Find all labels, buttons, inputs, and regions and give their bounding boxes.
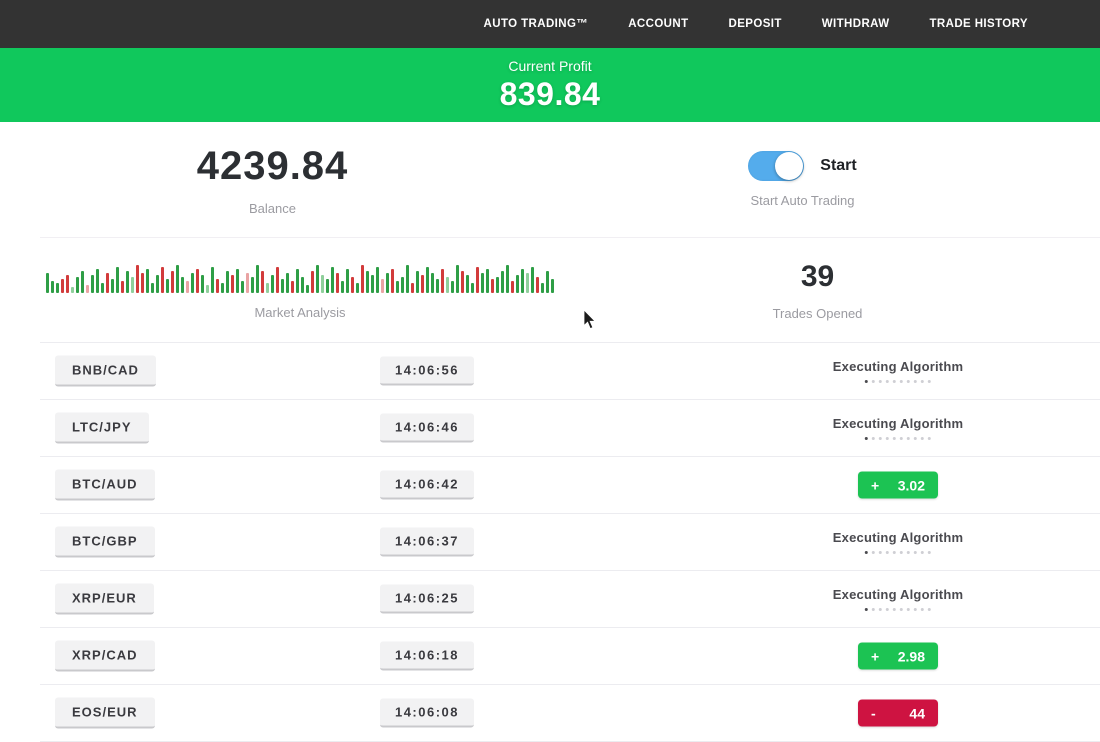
result-sign: + [871, 477, 879, 493]
time-chip[interactable]: 14:06:37 [380, 528, 474, 557]
progress-dots [833, 380, 963, 383]
current-profit-banner: Current Profit 839.84 [0, 48, 1100, 122]
table-row: BTC/GBP 14:06:37 Executing Algorithm [40, 514, 1100, 571]
toggle-start-label: Start [820, 157, 856, 175]
progress-dots [833, 608, 963, 611]
time-chip[interactable]: 14:06:46 [380, 414, 474, 443]
nav-item-account[interactable]: ACCOUNT [628, 18, 688, 30]
pair-chip[interactable]: EOS/EUR [55, 698, 155, 729]
top-navbar: AUTO TRADING™ ACCOUNT DEPOSIT WITHDRAW TRADE… [0, 0, 1100, 48]
executing-algorithm-label: Executing Algorithm [833, 587, 963, 602]
current-profit-value: 839.84 [500, 76, 601, 113]
progress-dots [833, 437, 963, 440]
table-row: BTC/AUD 14:06:42 + 3.02 [40, 457, 1100, 514]
table-row: XRP/CAD 14:06:18 + 2.98 [40, 628, 1100, 685]
table-row: EOS/EUR 14:06:08 - 44 [40, 685, 1100, 742]
executing-algorithm-label: Executing Algorithm [833, 359, 963, 374]
executing-algorithm-label: Executing Algorithm [833, 416, 963, 431]
stats-row-market: Market Analysis 39 Trades Opened [40, 237, 1100, 342]
table-row: LTC/JPY 14:06:46 Executing Algorithm [40, 400, 1100, 457]
result-badge: - 44 [858, 700, 938, 727]
auto-trading-toggle[interactable] [748, 151, 804, 181]
nav-item-withdraw[interactable]: WITHDRAW [822, 18, 890, 30]
start-auto-trading-label: Start Auto Trading [750, 193, 854, 208]
pair-chip[interactable]: BNB/CAD [55, 356, 156, 387]
market-analysis-label: Market Analysis [254, 305, 345, 320]
result-value: 2.98 [898, 648, 925, 664]
pair-chip[interactable]: LTC/JPY [55, 413, 149, 444]
pair-chip[interactable]: BTC/GBP [55, 527, 155, 558]
balance-value: 4239.84 [197, 144, 349, 189]
executing-algorithm-label: Executing Algorithm [833, 530, 963, 545]
time-chip[interactable]: 14:06:08 [380, 699, 474, 728]
current-profit-label: Current Profit [508, 58, 591, 74]
progress-dots [833, 551, 963, 554]
stats-row-balance: 4239.84 Balance Start Start Auto Trading [0, 122, 1100, 237]
nav-item-auto-trading[interactable]: AUTO TRADING™ [484, 18, 589, 30]
nav-item-trade-history[interactable]: TRADE HISTORY [930, 18, 1029, 30]
result-value: 44 [909, 705, 925, 721]
time-chip[interactable]: 14:06:56 [380, 357, 474, 386]
result-badge: + 2.98 [858, 643, 938, 670]
balance-label: Balance [249, 201, 296, 216]
pair-chip[interactable]: XRP/CAD [55, 641, 155, 672]
time-chip[interactable]: 14:06:42 [380, 471, 474, 500]
result-sign: + [871, 648, 879, 664]
toggle-knob [775, 152, 803, 180]
result-sign: - [871, 705, 876, 721]
time-chip[interactable]: 14:06:18 [380, 642, 474, 671]
nav-item-deposit[interactable]: DEPOSIT [729, 18, 782, 30]
trades-opened-label: Trades Opened [773, 306, 863, 321]
time-chip[interactable]: 14:06:25 [380, 585, 474, 614]
pair-chip[interactable]: XRP/EUR [55, 584, 154, 615]
result-value: 3.02 [898, 477, 925, 493]
market-analysis-chart [46, 261, 554, 293]
trades-table: BNB/CAD 14:06:56 Executing Algorithm LTC… [40, 342, 1100, 742]
trades-opened-value: 39 [801, 260, 834, 294]
result-badge: + 3.02 [858, 472, 938, 499]
pair-chip[interactable]: BTC/AUD [55, 470, 155, 501]
table-row: BNB/CAD 14:06:56 Executing Algorithm [40, 343, 1100, 400]
table-row: XRP/EUR 14:06:25 Executing Algorithm [40, 571, 1100, 628]
